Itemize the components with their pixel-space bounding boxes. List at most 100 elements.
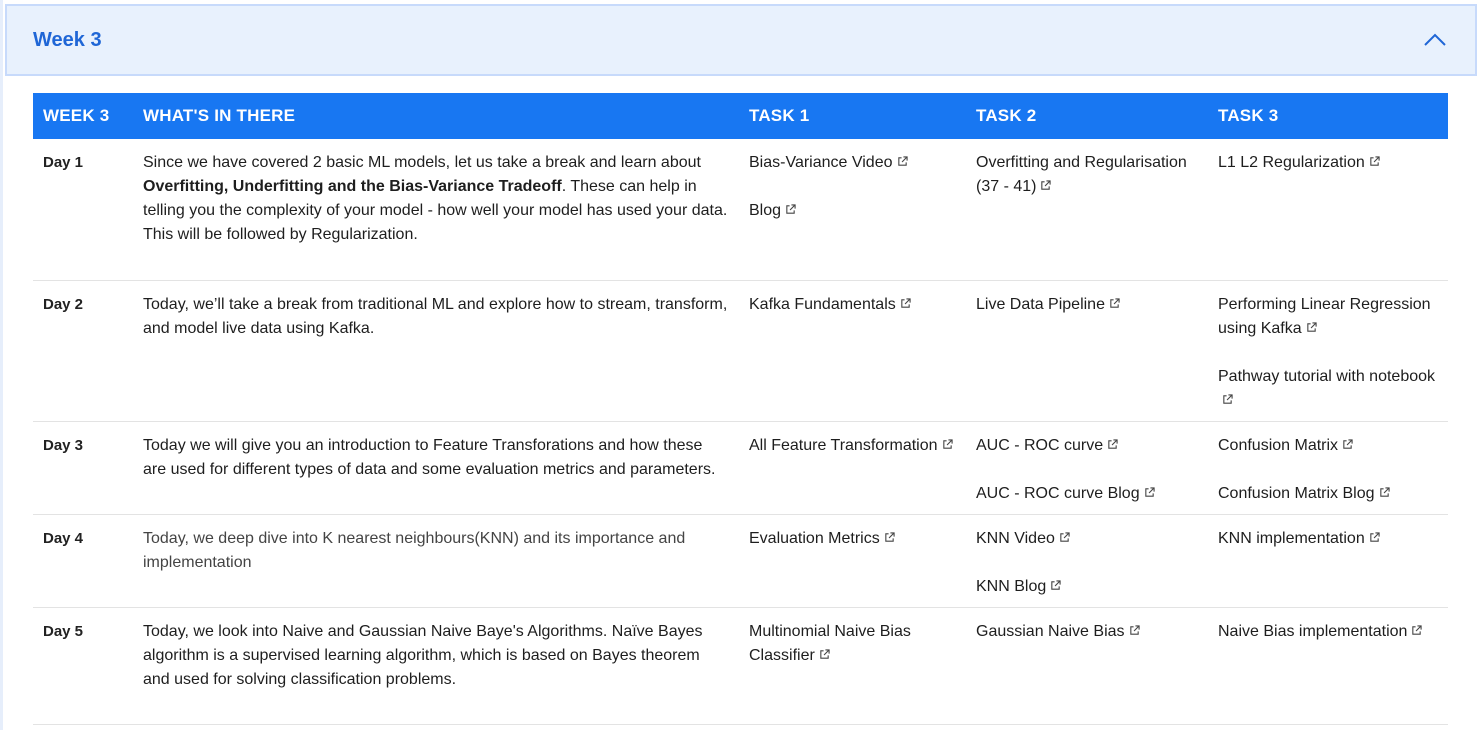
description-highlight: Overfitting, Underfitting and the Bias-V… [143,178,562,195]
task-link[interactable]: Pathway tutorial with notebook [1218,365,1438,413]
task-link-label: Kafka Fundamentals [749,295,896,313]
task-link-label: KNN Blog [976,577,1047,595]
task-link-label: Evaluation Metrics [749,529,880,547]
task-link[interactable]: Overfitting and Regularisation (37 - 41) [976,151,1198,199]
task-link[interactable]: Live Data Pipeline [976,293,1198,317]
task-link[interactable]: AUC - ROC curve [976,434,1198,458]
task-link-label: Naive Bias implementation [1218,622,1408,640]
task-link[interactable]: KNN Video [976,527,1198,551]
task-link-label: L1 L2 Regularization [1218,154,1365,171]
task-link[interactable]: Multinomial Naive Bias Classifier [749,620,956,668]
task3-cell: Performing Linear Regression using Kafka… [1208,280,1448,422]
day-label: Day 2 [33,280,133,422]
task3-cell: Naive Bias implementation [1208,607,1448,725]
external-link-icon [1369,151,1380,166]
external-link-icon [1411,620,1423,635]
task1-cell: Bias-Variance Video Blog [739,139,966,281]
task-link[interactable]: KNN implementation [1218,527,1438,551]
task-link[interactable]: Confusion Matrix Blog [1218,482,1438,506]
task2-cell: KNN Video KNN Blog [966,514,1208,608]
description-text: Today, we’ll take a break from tradition… [143,295,728,337]
external-link-icon [884,527,895,542]
task-link-label: Blog [749,202,782,219]
description-text: Today we will give you an introduction t… [143,436,716,478]
task1-cell: All Feature Transformation [739,421,966,515]
task1-cell: Kafka Fundamentals [739,280,966,422]
task1-cell: Multinomial Naive Bias Classifier [739,607,966,725]
day-label: Day 1 [33,139,133,281]
external-link-icon [1306,317,1317,332]
external-link-icon [1109,293,1120,308]
table-row: Day 2 Today, we’ll take a break from trad… [33,280,1448,422]
task2-cell: Overfitting and Regularisation (37 - 41) [966,139,1208,281]
task-link[interactable]: KNN Blog [976,575,1198,599]
day-label: Day 4 [33,514,133,608]
header-task-3: TASK 3 [1208,93,1448,139]
task-link[interactable]: Gaussian Naive Bias [976,620,1198,644]
external-link-icon [900,293,911,308]
table-row: Day 3 Today we will give you an introduct… [33,421,1448,515]
task3-cell: KNN implementation [1208,514,1448,608]
day-label: Day 5 [33,607,133,725]
task-link-label: Gaussian Naive Bias [976,622,1125,640]
task-link-label: KNN Video [976,529,1055,547]
task-link-label: Pathway tutorial with notebook [1218,367,1436,385]
task-link[interactable]: Kafka Fundamentals [749,293,956,317]
task-link-label: Bias-Variance Video [749,154,893,171]
task-link[interactable]: All Feature Transformation [749,434,956,458]
description-text: Today, we deep dive into K nearest neigh… [143,529,686,571]
external-link-icon [785,199,796,214]
description-text: Since we have covered 2 basic ML models,… [143,154,701,171]
week-table: WEEK 3 WHAT'S IN THERE TASK 1 TASK 2 TAS… [33,93,1448,725]
week-accordion: Week 3 WEEK 3 WHAT'S IN THERE TASK 1 TAS… [0,0,1477,730]
task-link-label: Multinomial Naive Bias Classifier [749,622,911,664]
task-link-label: Performing Linear Regression using Kafka [1218,295,1431,337]
external-link-icon [897,151,908,166]
table-row: Day 4 Today, we deep dive into K nearest … [33,514,1448,608]
task-link-label: All Feature Transformation [749,436,938,454]
day-description: Today we will give you an introduction t… [133,421,739,515]
external-link-icon [1379,482,1390,497]
external-link-icon [1144,482,1155,497]
task2-cell: Live Data Pipeline [966,280,1208,422]
task-link-label: KNN implementation [1218,529,1365,547]
table-header-row: WEEK 3 WHAT'S IN THERE TASK 1 TASK 2 TAS… [33,93,1448,139]
external-link-icon [1129,620,1140,635]
accordion-header[interactable]: Week 3 [5,4,1477,76]
external-link-icon [1107,434,1118,449]
external-link-icon [1369,527,1380,542]
day-label: Day 3 [33,421,133,515]
accordion-title: Week 3 [33,28,102,51]
task-link-label: Overfitting and Regularisation (37 - 41) [976,154,1187,195]
description-text: Today, we look into Naive and Gaussian N… [143,622,703,688]
task-link-label: Live Data Pipeline [976,295,1105,313]
task-link[interactable]: Bias-Variance Video [749,151,956,175]
header-task-1: TASK 1 [739,93,966,139]
task-link[interactable]: Blog [749,199,956,223]
task2-cell: AUC - ROC curve AUC - ROC curve Blog [966,421,1208,515]
external-link-icon [1050,575,1061,590]
header-task-2: TASK 2 [966,93,1208,139]
external-link-icon [1040,175,1052,190]
header-whats-in-there: WHAT'S IN THERE [133,93,739,139]
task-link[interactable]: L1 L2 Regularization [1218,151,1438,175]
external-link-icon [819,644,830,659]
table-row: Day 5 Today, we look into Naive and Gauss… [33,607,1448,725]
task2-cell: Gaussian Naive Bias [966,607,1208,725]
task-link[interactable]: Confusion Matrix [1218,434,1438,458]
task-link[interactable]: Naive Bias implementation [1218,620,1438,644]
chevron-up-icon[interactable] [1423,28,1447,52]
task-link[interactable]: Evaluation Metrics [749,527,956,551]
task-link-label: Confusion Matrix [1218,436,1339,454]
task1-cell: Evaluation Metrics [739,514,966,608]
task3-cell: L1 L2 Regularization [1208,139,1448,281]
day-description: Since we have covered 2 basic ML models,… [133,139,739,281]
task-link[interactable]: Performing Linear Regression using Kafka [1218,293,1438,341]
task3-cell: Confusion Matrix Confusion Matrix Blog [1208,421,1448,515]
task-link-label: AUC - ROC curve Blog [976,484,1140,502]
task-link-label: AUC - ROC curve [976,436,1104,454]
day-description: Today, we’ll take a break from tradition… [133,280,739,422]
external-link-icon [1342,434,1353,449]
task-link[interactable]: AUC - ROC curve Blog [976,482,1198,506]
task-link-label: Confusion Matrix Blog [1218,484,1375,502]
